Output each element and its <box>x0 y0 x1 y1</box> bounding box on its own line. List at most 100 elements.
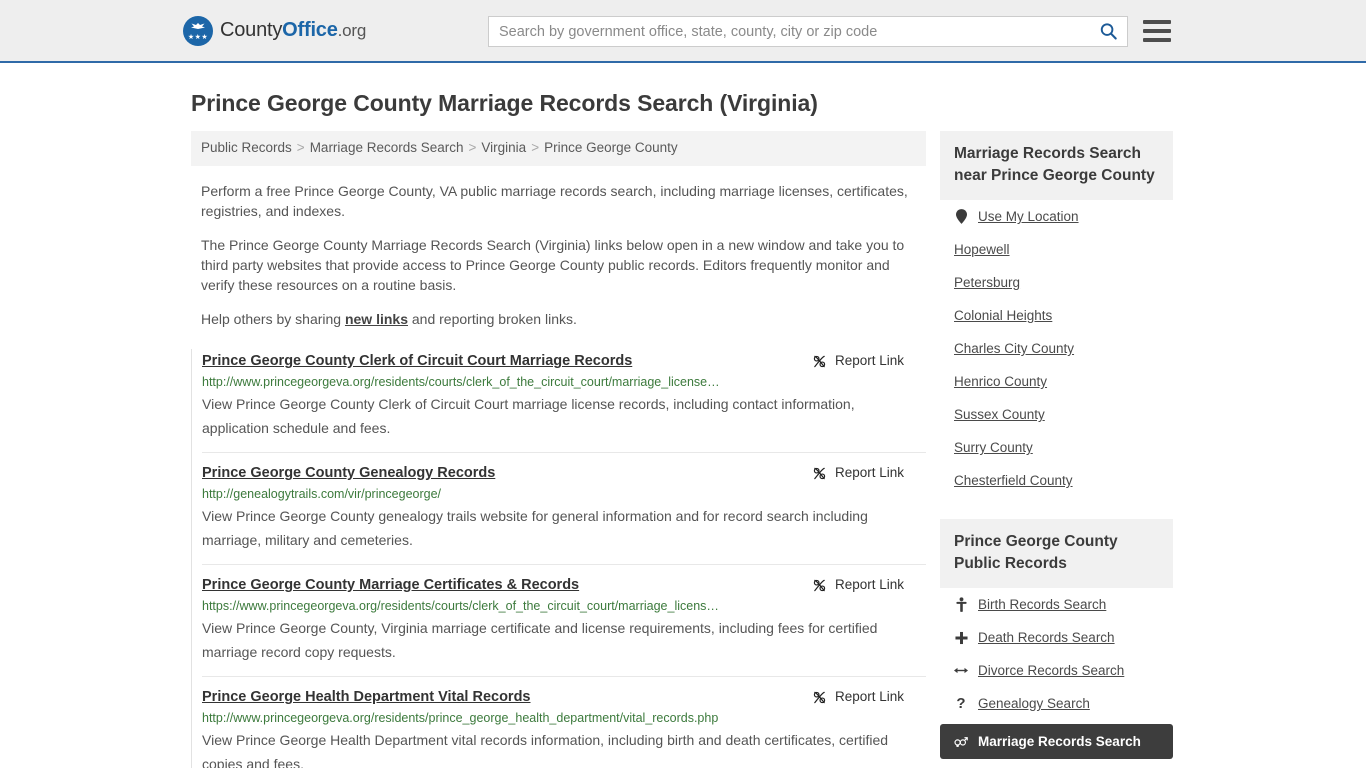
report-link-label: Report Link <box>834 353 904 368</box>
baby-icon <box>954 597 968 612</box>
result-title-link[interactable]: Prince George County Marriage Certificat… <box>202 575 579 595</box>
report-link-label: Report Link <box>834 689 904 704</box>
sidebar-nearby-label[interactable]: Petersburg <box>954 275 1020 290</box>
sidebar-nearby-label[interactable]: Surry County <box>954 440 1033 455</box>
intro-paragraph-3: Help others by sharing new links and rep… <box>201 309 916 329</box>
page-container: Prince George County Marriage Records Se… <box>183 90 1183 768</box>
sidebar-public-records-label: Marriage Records Search <box>978 734 1141 749</box>
stars-glyph: ★★★ <box>187 33 209 41</box>
breadcrumb: Public Records > Marriage Records Search > V… <box>191 131 926 166</box>
sidebar-nearby-label[interactable]: Colonial Heights <box>954 308 1052 323</box>
result-url: http://genealogytrails.com/vir/princegeo… <box>202 487 442 501</box>
broken-link-icon <box>813 579 826 591</box>
sidebar-item-divorce-records-search[interactable]: Divorce Records Search <box>954 654 1159 687</box>
sidebar-item-death-records-search[interactable]: Death Records Search <box>954 621 1159 654</box>
sidebar-item-use-my-location[interactable]: Use My Location <box>954 200 1159 233</box>
result-url: http://www.princegeorgeva.org/residents/… <box>202 375 720 389</box>
search-icon <box>1100 23 1117 40</box>
sidebar-public-records-label[interactable]: Death Records Search <box>978 630 1115 645</box>
broken-link-icon <box>813 691 826 703</box>
breadcrumb-separator: > <box>531 140 540 155</box>
logo-wordmark: CountyOffice.org <box>220 19 366 42</box>
sidebar: Marriage Records Search near Prince Geor… <box>940 131 1173 759</box>
sidebar-item-henrico-county[interactable]: Henrico County <box>954 365 1159 398</box>
question-mark-icon: ? <box>956 695 966 712</box>
map-pin-icon <box>954 209 968 224</box>
site-header: ★★★ CountyOffice.org <box>0 0 1366 63</box>
result-url: https://www.princegeorgeva.org/residents… <box>202 599 719 613</box>
sidebar-public-records-label[interactable]: Birth Records Search <box>978 597 1106 612</box>
sidebar-item-sussex-county[interactable]: Sussex County <box>954 398 1159 431</box>
sidebar-item-genealogy-search[interactable]: ? Genealogy Search <box>954 687 1159 720</box>
sidebar-nearby-label[interactable]: Use My Location <box>978 209 1079 224</box>
sidebar-public-records-label[interactable]: Genealogy Search <box>978 696 1090 711</box>
sidebar-nearby-label[interactable]: Charles City County <box>954 341 1074 356</box>
result-item: Prince George Health Department Vital Re… <box>202 676 926 768</box>
sidebar-item-hopewell[interactable]: Hopewell <box>954 233 1159 266</box>
search-button[interactable] <box>1089 17 1127 46</box>
intro-section: Perform a free Prince George County, VA … <box>191 181 926 329</box>
sidebar-item-petersburg[interactable]: Petersburg <box>954 266 1159 299</box>
site-logo[interactable]: ★★★ CountyOffice.org <box>183 15 366 46</box>
results-list: Prince George County Clerk of Circuit Co… <box>191 349 926 768</box>
search-input[interactable] <box>489 17 1089 46</box>
hamburger-bar <box>1143 20 1171 24</box>
hamburger-bar <box>1143 29 1171 33</box>
result-description: View Prince George County genealogy trai… <box>202 508 868 548</box>
broken-link-icon <box>813 355 826 367</box>
main-content: Public Records > Marriage Records Search > V… <box>191 131 926 768</box>
sidebar-nearby-list: Use My Location Hopewell Petersburg Colo… <box>940 200 1173 497</box>
breadcrumb-item-prince-george-county[interactable]: Prince George County <box>544 140 678 155</box>
sidebar-nearby-label[interactable]: Henrico County <box>954 374 1047 389</box>
logo-part-county: County <box>220 19 283 41</box>
report-link-button[interactable]: Report Link <box>812 351 926 371</box>
intro-text-before-link: Help others by sharing <box>201 311 345 327</box>
sidebar-nearby-box: Marriage Records Search near Prince Geor… <box>940 131 1173 497</box>
result-url: http://www.princegeorgeva.org/residents/… <box>202 711 719 725</box>
intro-paragraph-2: The Prince George County Marriage Record… <box>201 237 905 293</box>
sidebar-item-surry-county[interactable]: Surry County <box>954 431 1159 464</box>
broken-link-icon <box>813 467 826 479</box>
result-title-link[interactable]: Prince George Health Department Vital Re… <box>202 687 531 707</box>
page-title: Prince George County Marriage Records Se… <box>191 90 818 116</box>
sidebar-public-records-box: Prince George County Public Records Birt… <box>940 519 1173 759</box>
breadcrumb-separator: > <box>468 140 477 155</box>
result-title-link[interactable]: Prince George County Genealogy Records <box>202 463 495 483</box>
search-bar[interactable] <box>488 16 1128 47</box>
report-link-label: Report Link <box>834 465 904 480</box>
hamburger-menu-icon[interactable] <box>1143 18 1171 44</box>
sidebar-public-records-label[interactable]: Divorce Records Search <box>978 663 1124 678</box>
sidebar-item-charles-city-county[interactable]: Charles City County <box>954 332 1159 365</box>
new-links-link[interactable]: new links <box>345 311 408 327</box>
sidebar-nearby-label[interactable]: Sussex County <box>954 407 1045 422</box>
sidebar-public-records-heading: Prince George County Public Records <box>940 519 1173 588</box>
male-female-icon <box>954 735 968 748</box>
report-link-button[interactable]: Report Link <box>812 687 926 707</box>
breadcrumb-item-marriage-records-search[interactable]: Marriage Records Search <box>310 140 464 155</box>
result-item: Prince George County Genealogy Records R… <box>202 452 926 564</box>
sidebar-nearby-label[interactable]: Hopewell <box>954 242 1010 257</box>
result-description: View Prince George County, Virginia marr… <box>202 620 878 660</box>
result-title-link[interactable]: Prince George County Clerk of Circuit Co… <box>202 351 632 371</box>
report-link-label: Report Link <box>834 577 904 592</box>
sidebar-item-marriage-records-search[interactable]: Marriage Records Search <box>940 724 1173 759</box>
breadcrumb-item-public-records[interactable]: Public Records <box>201 140 292 155</box>
intro-paragraph-1: Perform a free Prince George County, VA … <box>201 183 908 219</box>
sidebar-nearby-label[interactable]: Chesterfield County <box>954 473 1073 488</box>
sidebar-nearby-heading: Marriage Records Search near Prince Geor… <box>940 131 1173 200</box>
result-description: View Prince George County Clerk of Circu… <box>202 396 855 436</box>
report-link-button[interactable]: Report Link <box>812 463 926 483</box>
logo-part-tld: .org <box>337 21 367 40</box>
eagle-seal-icon: ★★★ <box>183 15 213 46</box>
left-right-arrow-icon <box>954 665 968 676</box>
cross-icon <box>954 631 968 645</box>
sidebar-item-colonial-heights[interactable]: Colonial Heights <box>954 299 1159 332</box>
sidebar-item-chesterfield-county[interactable]: Chesterfield County <box>954 464 1159 497</box>
report-link-button[interactable]: Report Link <box>812 575 926 595</box>
intro-text-after-link: and reporting broken links. <box>408 311 577 327</box>
result-description: View Prince George Health Department vit… <box>202 732 889 768</box>
breadcrumb-item-virginia[interactable]: Virginia <box>481 140 526 155</box>
logo-part-office: Office <box>282 19 338 41</box>
sidebar-item-birth-records-search[interactable]: Birth Records Search <box>954 588 1159 621</box>
